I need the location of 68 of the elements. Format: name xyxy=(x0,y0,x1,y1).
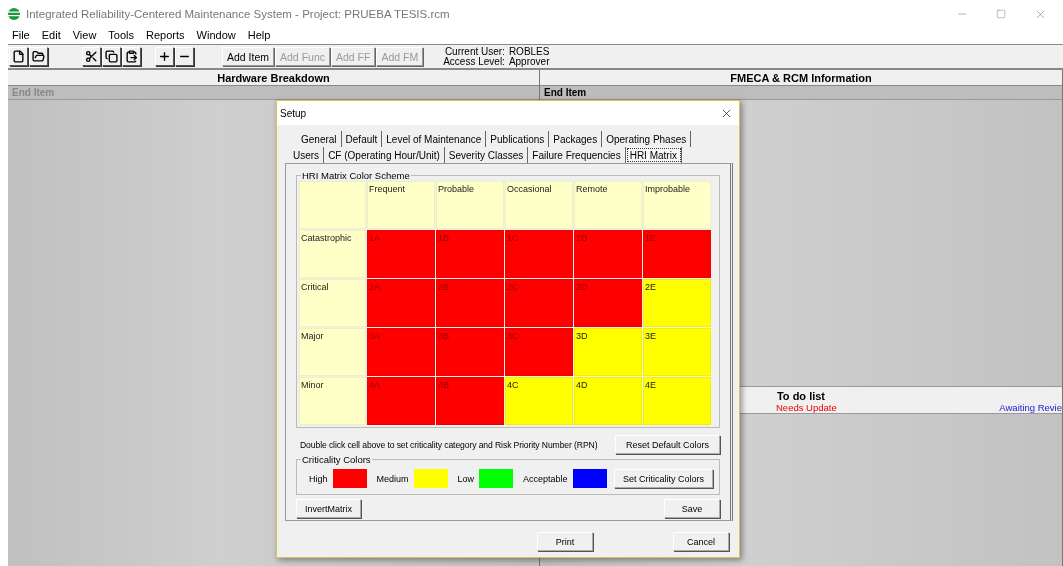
criticality-label: High xyxy=(309,473,328,484)
row-header: Catastrophic xyxy=(299,230,366,278)
menu-item[interactable]: File xyxy=(12,29,30,41)
group-title: HRI Matrix Color Scheme xyxy=(301,170,411,181)
column-header: Improbable xyxy=(643,181,711,229)
column-header: Frequent xyxy=(367,181,435,229)
scissors-button[interactable] xyxy=(82,47,101,66)
set-colors-button[interactable]: Set Criticality Colors xyxy=(613,469,713,488)
access-label: Access Level: xyxy=(443,56,505,67)
pane-title: Hardware Breakdown xyxy=(8,70,539,86)
paste-icon xyxy=(125,50,138,63)
invert-matrix-button[interactable]: InvertMatrix xyxy=(296,499,361,518)
matrix-cell[interactable]: 2E xyxy=(643,279,711,327)
minus-button[interactable] xyxy=(175,47,194,66)
tab[interactable]: HRI Matrix xyxy=(625,147,682,163)
app-logo-icon xyxy=(8,8,20,20)
scissors-icon xyxy=(85,50,98,63)
criticality-label: Medium xyxy=(376,473,409,484)
column-header: Remote xyxy=(574,181,642,229)
reset-colors-button[interactable]: Reset Default Colors xyxy=(615,435,720,454)
user-label: Current User: xyxy=(443,46,505,57)
plus-icon xyxy=(158,50,171,63)
instruction-text: Double click cell above to set criticality category and Risk Priority Number (RPN) xyxy=(299,439,598,450)
color-swatch[interactable] xyxy=(332,469,367,488)
new-document-icon xyxy=(12,50,25,63)
group-title: Criticality Colors xyxy=(301,454,372,465)
cancel-button[interactable]: Cancel xyxy=(673,532,729,551)
color-swatch[interactable] xyxy=(479,469,514,488)
matrix-cell[interactable]: 3D xyxy=(574,328,642,376)
color-swatch[interactable] xyxy=(413,469,448,488)
paste-button[interactable] xyxy=(122,47,141,66)
menu-item[interactable]: Edit xyxy=(41,29,61,41)
row-header: Critical xyxy=(299,279,366,327)
print-button[interactable]: Print xyxy=(537,532,593,551)
folder-icon xyxy=(32,50,45,63)
menu-item[interactable]: Reports xyxy=(146,29,185,41)
todo-title: To do list xyxy=(776,390,826,402)
matrix-cell[interactable]: 4E xyxy=(643,377,711,425)
criticality-label: Acceptable xyxy=(523,473,568,484)
access-level: Approver xyxy=(508,56,550,67)
matrix-cell[interactable]: 4D xyxy=(574,377,642,425)
needs-update-label[interactable]: Needs Update xyxy=(776,402,837,413)
matrix-cell[interactable]: 4C xyxy=(505,377,573,425)
new-document-button[interactable] xyxy=(9,47,28,66)
window-title: Integrated Reliability-Centered Maintenance System - Project: PRUEBA TESIS.rcm xyxy=(26,8,451,20)
pane-title: FMECA & RCM Information xyxy=(540,70,1062,86)
folder-button[interactable] xyxy=(29,47,48,66)
save-button[interactable]: Save xyxy=(664,499,720,518)
menu-item[interactable]: Tools xyxy=(108,29,135,41)
copy-button[interactable] xyxy=(102,47,121,66)
dialog-title: Setup xyxy=(280,107,307,119)
menu-item[interactable]: Help xyxy=(247,29,271,41)
menu-item[interactable]: View xyxy=(72,29,97,41)
column-header: Probable xyxy=(436,181,504,229)
criticality-label: Low xyxy=(457,473,475,484)
menu-item[interactable]: Window xyxy=(196,29,236,41)
copy-icon xyxy=(105,50,118,63)
color-swatch[interactable] xyxy=(572,469,607,488)
column-header: Occasional xyxy=(505,181,573,229)
plus-button[interactable] xyxy=(155,47,174,66)
awaiting-review-label[interactable]: Awaiting Revie xyxy=(999,402,1062,413)
toolbar-button[interactable]: Add Item xyxy=(222,47,275,66)
corner-cell xyxy=(299,181,366,229)
matrix-cell[interactable]: 3E xyxy=(643,328,711,376)
row-header: Minor xyxy=(299,377,366,425)
column-header: End Item xyxy=(540,86,1062,100)
user-name: ROBLES xyxy=(508,46,550,57)
row-header: Major xyxy=(299,328,366,376)
